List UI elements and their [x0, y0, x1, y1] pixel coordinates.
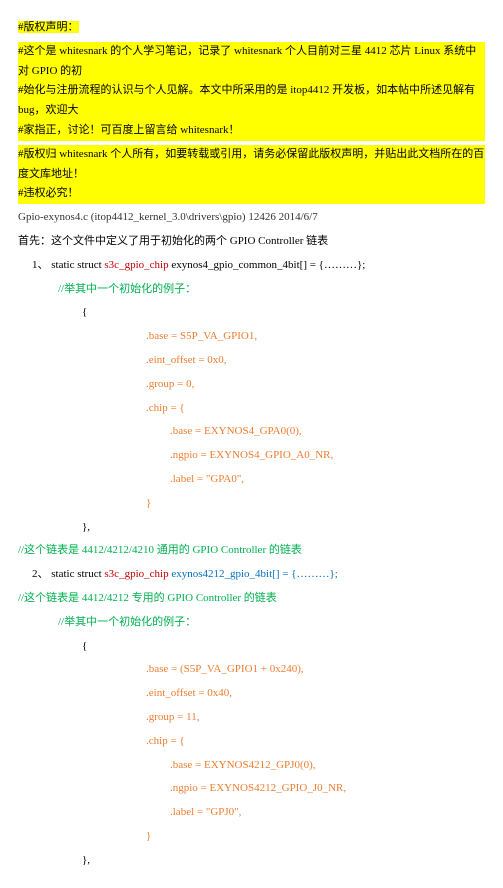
- type-name: s3c_gpio_chip: [104, 568, 168, 580]
- field-eint: .eint_offset = 0x40,: [18, 684, 485, 704]
- decl-tail: exynos4212_gpio_4bit[] = {………};: [169, 568, 338, 580]
- field-chip-base: .base = EXYNOS4212_GPJ0(0),: [18, 756, 485, 776]
- tail-comment-2: //这个链表是 4412/4212 专用的 GPIO Controller 的链…: [18, 589, 485, 609]
- brace-close: },: [18, 851, 485, 871]
- copyright-body: #这个是 whitesnark 的个人学习笔记，记录了 whitesnark 个…: [18, 42, 485, 141]
- field-chip-open: .chip = {: [18, 399, 485, 419]
- comment-line: //举其中一个初始化的例子：: [18, 280, 485, 300]
- copyright-text: #家指正，讨论！可百度上留言给 whitesnark！: [18, 124, 240, 136]
- copyright-block: #版权声明： #这个是 whitesnark 的个人学习笔记，记录了 white…: [18, 18, 485, 204]
- copyright-body2: #版权归 whitesnark 个人所有，如要转载或引用，请务必保留此版权声明，…: [18, 145, 485, 204]
- tail-comment-1: //这个链表是 4412/4212/4210 通用的 GPIO Controll…: [18, 541, 485, 561]
- struct-decl-2: 2、 static struct s3c_gpio_chip exynos421…: [18, 565, 485, 585]
- copyright-line: #版权声明：: [18, 21, 79, 33]
- kw: static struct: [51, 259, 104, 271]
- decl-tail: exynos4_gpio_common_4bit[] = {………};: [169, 259, 366, 271]
- brace-close-inner: }: [18, 827, 485, 847]
- copyright-text: #始化与注册流程的认识与个人见解。本文中所采用的是 itop4412 开发板，如…: [18, 84, 475, 116]
- brace-open: {: [18, 637, 485, 657]
- list-num: 1、: [32, 259, 49, 271]
- field-chip-label: .label = "GPA0",: [18, 470, 485, 490]
- copyright-text: #版权归 whitesnark 个人所有，如要转载或引用，请务必保留此版权声明，…: [18, 148, 484, 180]
- field-chip-ngpio: .ngpio = EXYNOS4212_GPIO_J0_NR,: [18, 779, 485, 799]
- intro-text: 首先：这个文件中定义了用于初始化的两个 GPIO Controller 链表: [18, 232, 485, 252]
- brace-close: },: [18, 518, 485, 538]
- type-name: s3c_gpio_chip: [104, 259, 168, 271]
- kw: static struct: [51, 568, 104, 580]
- field-chip-label: .label = "GPJ0",: [18, 803, 485, 823]
- copyright-text: #违权必究！: [18, 187, 79, 199]
- brace-close-inner: }: [18, 494, 485, 514]
- field-chip-ngpio: .ngpio = EXYNOS4_GPIO_A0_NR,: [18, 446, 485, 466]
- struct-decl-1: 1、 static struct s3c_gpio_chip exynos4_g…: [18, 256, 485, 276]
- file-info: Gpio-exynos4.c (itop4412_kernel_3.0\driv…: [18, 208, 485, 228]
- field-chip-base: .base = EXYNOS4_GPA0(0),: [18, 422, 485, 442]
- field-eint: .eint_offset = 0x0,: [18, 351, 485, 371]
- field-group: .group = 0,: [18, 375, 485, 395]
- copyright-text: #这个是 whitesnark 的个人学习笔记，记录了 whitesnark 个…: [18, 45, 476, 77]
- field-base: .base = S5P_VA_GPIO1,: [18, 327, 485, 347]
- field-base: .base = (S5P_VA_GPIO1 + 0x240),: [18, 660, 485, 680]
- brace-open: {: [18, 303, 485, 323]
- list-num: 2、: [32, 568, 49, 580]
- comment-line: //举其中一个初始化的例子：: [18, 613, 485, 633]
- field-chip-open: .chip = {: [18, 732, 485, 752]
